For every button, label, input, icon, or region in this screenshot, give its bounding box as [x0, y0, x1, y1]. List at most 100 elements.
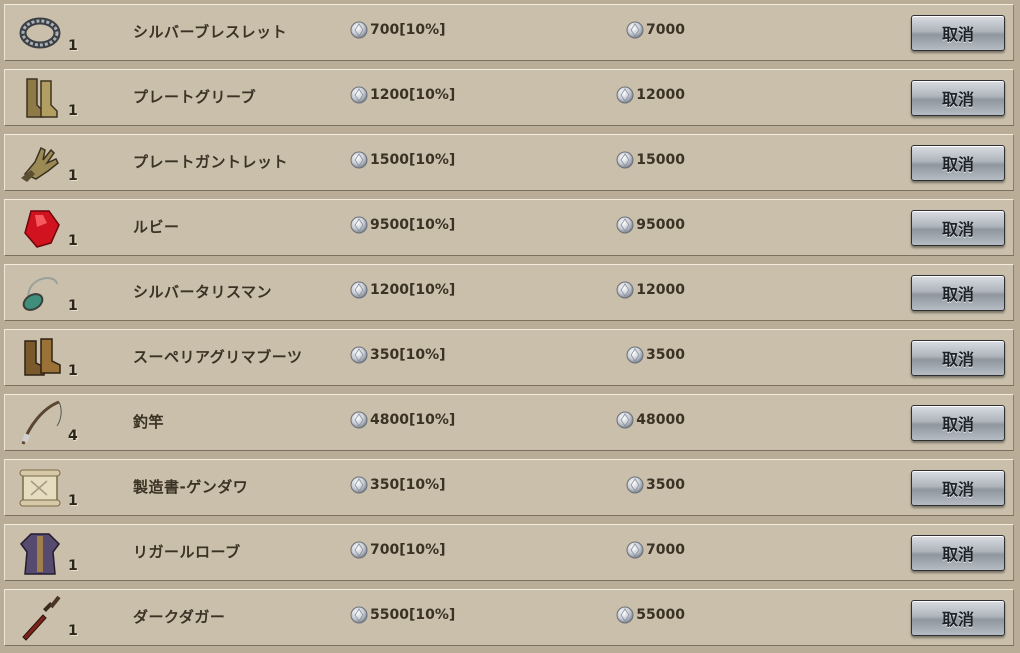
total-price: 12000 — [616, 86, 685, 104]
silver-coin-icon — [616, 606, 634, 624]
total-price-value: 12000 — [636, 87, 685, 103]
item-quantity: 1 — [68, 168, 78, 184]
silver-coin-icon — [626, 541, 644, 559]
bracelet-icon[interactable] — [15, 8, 65, 58]
silver-coin-icon — [616, 216, 634, 234]
item-name: 製造書-ゲンダワ — [133, 478, 249, 496]
unit-price: 1200[10%] — [350, 86, 455, 104]
item-quantity: 1 — [68, 623, 78, 639]
unit-price-value: 9500[10%] — [370, 217, 456, 233]
total-price: 55000 — [616, 606, 685, 624]
total-price-value: 15000 — [636, 152, 685, 168]
unit-price: 5500[10%] — [350, 606, 455, 624]
silver-coin-icon — [616, 86, 634, 104]
item-quantity: 1 — [68, 233, 78, 249]
total-price-value: 7000 — [646, 542, 685, 558]
item-quantity: 1 — [68, 493, 78, 509]
silver-coin-icon — [616, 411, 634, 429]
item-quantity: 1 — [68, 558, 78, 574]
cancel-button[interactable]: 取消 — [911, 275, 1005, 311]
list-item: 1 プレートガントレット 1500[10%] 15000 取消 — [4, 134, 1014, 191]
unit-price: 1500[10%] — [350, 151, 455, 169]
list-item: 1 ルビー 9500[10%] 95000 取消 — [4, 199, 1014, 256]
dagger-icon[interactable] — [15, 593, 65, 643]
scroll-icon[interactable] — [15, 463, 65, 513]
greaves-icon[interactable] — [15, 73, 65, 123]
item-name: ダークダガー — [133, 608, 226, 626]
total-price: 7000 — [626, 21, 685, 39]
list-item: 1 シルバーブレスレット 700[10%] 7000 取消 — [4, 4, 1014, 61]
cancel-button[interactable]: 取消 — [911, 80, 1005, 116]
item-quantity: 1 — [68, 298, 78, 314]
fishing-rod-icon[interactable] — [15, 398, 65, 448]
cancel-button[interactable]: 取消 — [911, 145, 1005, 181]
silver-coin-icon — [350, 281, 368, 299]
list-item: 4 釣竿 4800[10%] 48000 取消 — [4, 394, 1014, 451]
unit-price-value: 5500[10%] — [370, 607, 456, 623]
total-price-value: 3500 — [646, 347, 685, 363]
item-name: シルバータリスマン — [133, 283, 273, 301]
silver-coin-icon — [350, 21, 368, 39]
total-price: 48000 — [616, 411, 685, 429]
cancel-button[interactable]: 取消 — [911, 340, 1005, 376]
unit-price-value: 700[10%] — [370, 542, 446, 558]
silver-coin-icon — [350, 216, 368, 234]
cancel-button[interactable]: 取消 — [911, 405, 1005, 441]
item-name: ルビー — [133, 218, 180, 236]
total-price: 12000 — [616, 281, 685, 299]
total-price-value: 7000 — [646, 22, 685, 38]
item-quantity: 1 — [68, 363, 78, 379]
list-item: 1 シルバータリスマン 1200[10%] 12000 取消 — [4, 264, 1014, 321]
unit-price: 350[10%] — [350, 476, 446, 494]
silver-coin-icon — [350, 476, 368, 494]
list-item: 1 リガールローブ 700[10%] 7000 取消 — [4, 524, 1014, 581]
total-price-value: 12000 — [636, 282, 685, 298]
total-price-value: 55000 — [636, 607, 685, 623]
silver-coin-icon — [350, 346, 368, 364]
item-name: プレートガントレット — [133, 153, 289, 171]
unit-price: 4800[10%] — [350, 411, 455, 429]
item-name: プレートグリーブ — [133, 88, 257, 106]
robe-icon[interactable] — [15, 528, 65, 578]
unit-price: 700[10%] — [350, 21, 446, 39]
total-price: 3500 — [626, 476, 685, 494]
item-name: 釣竿 — [133, 413, 165, 431]
boots-icon[interactable] — [15, 333, 65, 383]
item-name: スーペリアグリマブーツ — [133, 348, 303, 366]
ruby-icon[interactable] — [15, 203, 65, 253]
silver-coin-icon — [350, 411, 368, 429]
list-item: 1 ダークダガー 5500[10%] 55000 取消 — [4, 589, 1014, 646]
silver-coin-icon — [626, 476, 644, 494]
unit-price: 350[10%] — [350, 346, 446, 364]
silver-coin-icon — [350, 541, 368, 559]
gauntlet-icon[interactable] — [15, 138, 65, 188]
silver-coin-icon — [626, 346, 644, 364]
total-price-value: 95000 — [636, 217, 685, 233]
silver-coin-icon — [350, 606, 368, 624]
unit-price-value: 1500[10%] — [370, 152, 456, 168]
silver-coin-icon — [350, 86, 368, 104]
total-price: 15000 — [616, 151, 685, 169]
list-item: 1 製造書-ゲンダワ 350[10%] 3500 取消 — [4, 459, 1014, 516]
list-item: 1 スーペリアグリマブーツ 350[10%] 3500 取消 — [4, 329, 1014, 386]
sale-list: 1 シルバーブレスレット 700[10%] 7000 取消 1 プレートグリーブ 1200[1… — [0, 0, 1020, 653]
talisman-icon[interactable] — [15, 268, 65, 318]
total-price: 7000 — [626, 541, 685, 559]
cancel-button[interactable]: 取消 — [911, 535, 1005, 571]
cancel-button[interactable]: 取消 — [911, 15, 1005, 51]
unit-price: 700[10%] — [350, 541, 446, 559]
cancel-button[interactable]: 取消 — [911, 210, 1005, 246]
silver-coin-icon — [626, 21, 644, 39]
unit-price: 1200[10%] — [350, 281, 455, 299]
silver-coin-icon — [616, 151, 634, 169]
item-name: リガールローブ — [133, 543, 241, 561]
item-quantity: 4 — [68, 428, 78, 444]
unit-price-value: 350[10%] — [370, 347, 446, 363]
item-quantity: 1 — [68, 103, 78, 119]
unit-price-value: 350[10%] — [370, 477, 446, 493]
total-price-value: 48000 — [636, 412, 685, 428]
cancel-button[interactable]: 取消 — [911, 470, 1005, 506]
total-price-value: 3500 — [646, 477, 685, 493]
cancel-button[interactable]: 取消 — [911, 600, 1005, 636]
unit-price: 9500[10%] — [350, 216, 455, 234]
